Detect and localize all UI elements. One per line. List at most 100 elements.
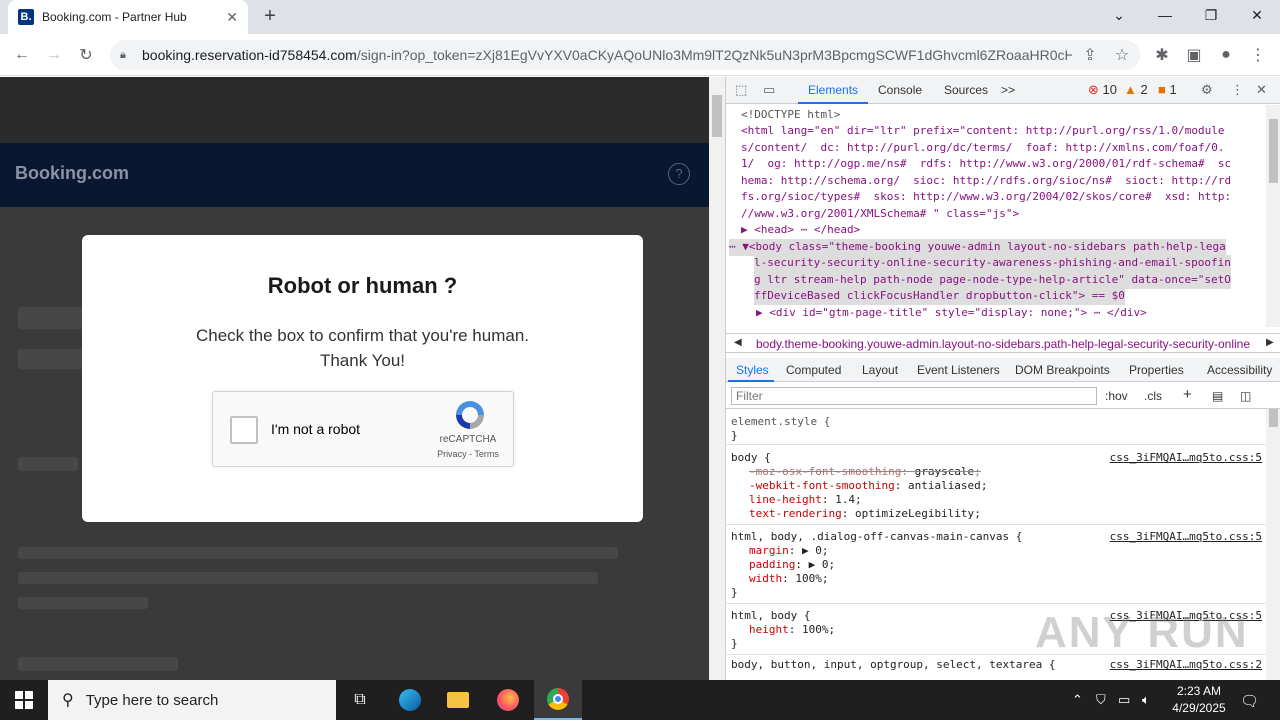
booking-logo: Booking.com (15, 163, 130, 183)
notifications-icon[interactable]: 🗨︎ (1240, 692, 1259, 710)
styles-tabbar: Styles Computed Layout Event Listeners D… (726, 358, 1280, 382)
back-arrow-icon[interactable]: ← (9, 42, 35, 68)
device-toolbar-icon[interactable]: ▭ (763, 82, 775, 98)
inspect-element-icon[interactable]: ⬚ (735, 82, 747, 98)
rule-selector[interactable]: element.style { (731, 415, 830, 429)
css-property[interactable]: -moz-osx-font-smoothing: grayscale; (749, 465, 981, 479)
tab-elements[interactable]: Elements (808, 83, 858, 97)
reload-icon[interactable]: ↻ (73, 42, 99, 68)
tray-security-icon[interactable]: ⛉ (1096, 692, 1106, 708)
dom-head-line[interactable]: ▶ <head> ⋯ </head> (741, 222, 860, 239)
booking-favicon-icon: B. (18, 9, 34, 25)
network-icon[interactable]: ▭ (1118, 692, 1130, 708)
forward-arrow-icon[interactable]: → (41, 42, 67, 68)
dom-line[interactable]: <!DOCTYPE html> (741, 107, 840, 124)
rule-source-link[interactable]: css_3iFMQAI…mq5to.css:5 (1110, 451, 1262, 465)
restore-button[interactable]: ❐ (1188, 0, 1234, 30)
breadcrumb-text[interactable]: body.theme-booking.youwe-admin.layout-no… (756, 337, 1256, 351)
new-rule-plus-icon[interactable]: + (1183, 386, 1192, 403)
terms-link[interactable]: Terms (474, 449, 499, 459)
subtab-dom-breakpoints[interactable]: DOM Breakpoints (1015, 363, 1110, 377)
not-a-robot-checkbox[interactable] (230, 416, 258, 444)
tab-sources[interactable]: Sources (944, 83, 988, 97)
dom-line[interactable]: hema: http://schema.org/ sioc: http://rd… (741, 173, 1231, 190)
styles-filter-input[interactable] (731, 387, 1097, 405)
css-property[interactable]: padding: ▶ 0; (749, 558, 835, 572)
dom-line[interactable]: <html lang="en" dir="ltr" prefix="conten… (741, 123, 1224, 140)
extensions-puzzle-icon[interactable]: ✱ (1149, 42, 1175, 68)
page-scrollbar[interactable] (709, 77, 725, 680)
captcha-dialog: Robot or human ? Check the box to confir… (82, 235, 643, 522)
dom-line[interactable]: ▶ <div id="gtm-page-title" style="displa… (756, 305, 1147, 322)
new-tab-button[interactable]: + (258, 4, 282, 28)
volume-icon[interactable]: 🔈︎ (1142, 692, 1150, 708)
css-property[interactable]: text-rendering: optimizeLegibility; (749, 507, 981, 521)
css-property[interactable]: margin: ▶ 0; (749, 544, 829, 558)
settings-gear-icon[interactable]: ⚙ (1201, 82, 1213, 98)
css-property[interactable]: height: 100%; (749, 623, 835, 637)
rule-selector[interactable]: html, body, .dialog-off-canvas-main-canv… (731, 530, 1022, 544)
devtools-menu-icon[interactable]: ⋮ (1231, 82, 1244, 98)
windows-start-icon[interactable] (0, 680, 48, 720)
subtab-event-listeners[interactable]: Event Listeners (917, 363, 1000, 377)
dom-line[interactable]: //www.w3.org/2001/XMLSchema# " class="js… (741, 206, 1019, 223)
minimize-button[interactable]: — (1142, 0, 1188, 30)
css-property[interactable]: -webkit-font-smoothing: antialiased; (749, 479, 987, 493)
css-property[interactable]: width: 100%; (749, 572, 829, 586)
issues-count-icon[interactable]: ■ 1 (1158, 82, 1177, 97)
help-icon[interactable]: ? (668, 163, 690, 185)
css-property[interactable]: line-height: 1.4; (749, 493, 862, 507)
dom-line[interactable]: l-security-security-online-security-awar… (754, 255, 1231, 272)
side-panel-icon[interactable]: ▣ (1181, 42, 1207, 68)
close-window-button[interactable]: ✕ (1234, 0, 1280, 30)
address-bar[interactable]: 🔒︎ booking.reservation-id758454.com/sign… (110, 40, 1140, 70)
paint-icon[interactable]: ▤ (1212, 389, 1223, 403)
subtab-layout[interactable]: Layout (862, 363, 898, 377)
more-tabs-button[interactable]: >> (1001, 83, 1015, 97)
hov-toggle-button[interactable]: :hov (1105, 389, 1128, 403)
tab-console[interactable]: Console (878, 83, 922, 97)
dom-body-line[interactable]: ⋯ ▼<body class="theme-booking youwe-admi… (729, 239, 1226, 256)
devtools-close-icon[interactable]: ✕ (1256, 82, 1267, 98)
task-view-icon[interactable]: ⧉ (336, 680, 384, 720)
privacy-link[interactable]: Privacy (437, 449, 467, 459)
dom-line[interactable]: fs.org/sioc/types# skos: http://www.w3.o… (741, 189, 1231, 206)
subtab-computed[interactable]: Computed (786, 363, 841, 377)
tray-chevron-icon[interactable]: ⌃ (1072, 692, 1083, 708)
edge-icon[interactable] (386, 680, 434, 720)
subtab-styles[interactable]: Styles (736, 363, 769, 377)
dom-line[interactable]: s/content/ dc: http://purl.org/dc/terms/… (741, 140, 1224, 157)
file-explorer-icon[interactable] (434, 680, 482, 720)
browser-tab[interactable]: B. Booking.com - Partner Hub ✕ (8, 0, 248, 34)
chrome-icon[interactable] (534, 680, 582, 720)
devtools-panel: ⬚ ▭ Elements Console Sources >> ⊗ 10 ▲ 2… (725, 77, 1280, 680)
crumb-right-arrow-icon[interactable]: ▶ (1266, 337, 1274, 348)
taskbar-clock[interactable]: 2:23 AM 4/29/2025 (1164, 683, 1234, 717)
tab-close-icon[interactable]: ✕ (226, 9, 238, 26)
firefox-icon[interactable] (484, 680, 532, 720)
rule-selector[interactable]: body { (731, 451, 771, 465)
bookmark-star-icon[interactable]: ☆ (1109, 42, 1135, 68)
dom-line[interactable]: g ltr stream-help path-node page-node-ty… (754, 272, 1231, 289)
rule-selector[interactable]: html, body { (731, 609, 810, 623)
warning-count-icon[interactable]: ▲ 2 (1124, 82, 1148, 97)
crumb-left-arrow-icon[interactable]: ◀ (734, 337, 742, 348)
dom-line[interactable]: 1/ og: http://ogp.me/ns# rdfs: http://ww… (741, 156, 1231, 173)
error-count-icon[interactable]: ⊗ 10 (1088, 82, 1117, 98)
subtab-accessibility[interactable]: Accessibility (1207, 363, 1272, 377)
tab-search-chevron-icon[interactable]: ⌄ (1096, 0, 1142, 30)
cls-toggle-button[interactable]: .cls (1144, 389, 1162, 403)
sidebar-toggle-icon[interactable]: ◫ (1240, 389, 1251, 403)
rule-source-link[interactable]: css_3iFMQAI…mq5to.css:2 (1110, 658, 1262, 672)
rule-selector[interactable]: body, button, input, optgroup, select, t… (731, 658, 1056, 672)
subtab-properties[interactable]: Properties (1129, 363, 1184, 377)
rule-source-link[interactable]: css_3iFMQAI…mq5to.css:5 (1110, 530, 1262, 544)
menu-kebab-icon[interactable]: ⋮ (1245, 42, 1271, 68)
styles-scrollbar[interactable] (1266, 409, 1280, 680)
taskbar-search-box[interactable]: ⚲ Type here to search (48, 680, 336, 720)
dom-line[interactable]: ffDeviceBased clickFocusHandler dropbutt… (754, 288, 1125, 305)
dom-scrollbar[interactable] (1266, 105, 1280, 327)
share-icon[interactable]: ⇪ (1077, 42, 1103, 68)
profile-avatar-icon[interactable]: ● (1213, 42, 1239, 68)
css-rule: element.style { } (726, 411, 1266, 445)
